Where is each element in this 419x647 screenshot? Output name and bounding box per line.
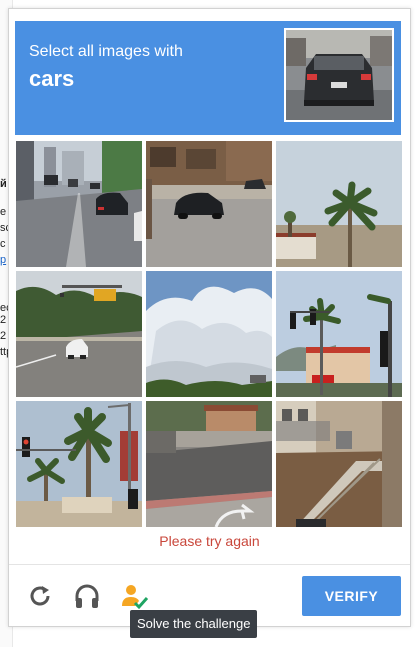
target-object: cars (29, 66, 75, 91)
verify-button[interactable]: VERIFY (302, 576, 401, 616)
sample-image (284, 28, 394, 122)
reload-icon[interactable] (25, 581, 55, 611)
image-tile-7[interactable] (16, 401, 142, 527)
error-message: Please try again (159, 533, 260, 549)
image-tile-3[interactable] (276, 141, 402, 267)
captcha-challenge: Select all images with cars Please try a… (8, 8, 411, 627)
person-check-icon[interactable] (119, 581, 149, 611)
image-tile-8[interactable] (146, 401, 272, 527)
headphones-icon[interactable] (72, 581, 102, 611)
instruction-text: Select all images with (29, 43, 183, 60)
challenge-header: Select all images with cars (15, 21, 401, 135)
image-tile-2[interactable] (146, 141, 272, 267)
image-tile-9[interactable] (276, 401, 402, 527)
image-tile-1[interactable] (16, 141, 142, 267)
image-tile-5[interactable] (146, 271, 272, 397)
image-tile-6[interactable] (276, 271, 402, 397)
image-tile-4[interactable] (16, 271, 142, 397)
tooltip: Solve the challenge (130, 610, 258, 638)
